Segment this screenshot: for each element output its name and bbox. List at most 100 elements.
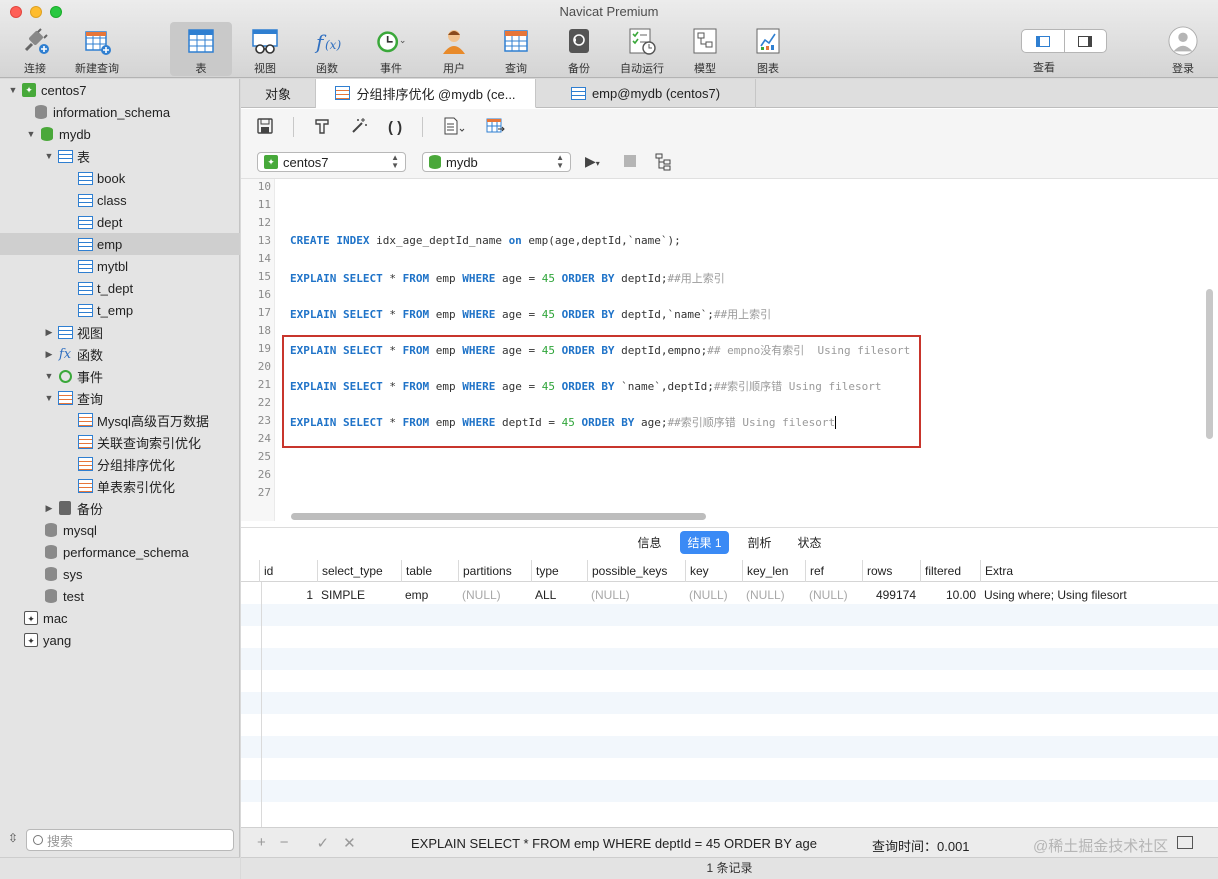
cell-id[interactable]: 1 xyxy=(259,584,317,606)
functions-button[interactable]: f (x) 函数 xyxy=(296,22,358,76)
tree-table-class[interactable]: class xyxy=(0,189,240,211)
column-header[interactable]: Extra xyxy=(980,560,1200,582)
tab-query-editor[interactable]: 分组排序优化 @mydb (ce... xyxy=(316,79,536,108)
column-header[interactable]: key_len xyxy=(742,560,805,582)
add-record-icon[interactable]: + xyxy=(257,834,266,852)
tree-group-backup[interactable]: ▶ 备份 xyxy=(0,497,240,519)
cell-table[interactable]: emp xyxy=(401,584,458,606)
beautify-sql-icon[interactable] xyxy=(350,117,368,138)
search-input[interactable]: 搜索 xyxy=(26,829,234,851)
discard-changes-icon[interactable]: ✕ xyxy=(343,834,356,852)
backup-button[interactable]: 备份 xyxy=(548,22,610,76)
tree-query-item[interactable]: Mysql高级百万数据 xyxy=(0,409,240,431)
column-header[interactable]: key xyxy=(685,560,742,582)
cell-rows[interactable]: 499174 xyxy=(862,584,920,606)
vertical-scrollbar[interactable] xyxy=(1206,289,1213,439)
tree-table-t-dept[interactable]: t_dept xyxy=(0,277,240,299)
cell-key-len[interactable]: (NULL) xyxy=(742,584,805,606)
column-header[interactable]: partitions xyxy=(458,560,531,582)
cell-select-type[interactable]: SIMPLE xyxy=(317,584,401,606)
tree-group-queries[interactable]: ▼ 查询 xyxy=(0,387,240,409)
tree-query-item[interactable]: 单表索引优化 xyxy=(0,475,240,497)
model-button[interactable]: 模型 xyxy=(674,22,736,76)
cell-partitions[interactable]: (NULL) xyxy=(458,584,531,606)
column-header[interactable]: ref xyxy=(805,560,862,582)
column-header[interactable]: type xyxy=(531,560,587,582)
tree-schema-performance-schema[interactable]: performance_schema xyxy=(0,541,240,563)
collapsed-arrow-icon[interactable]: ▶ xyxy=(44,327,54,338)
tables-button[interactable]: 表 xyxy=(170,22,232,76)
tree-query-item[interactable]: 关联查询索引优化 xyxy=(0,431,240,453)
tree-table-emp[interactable]: emp xyxy=(0,233,240,255)
run-icon[interactable]: ▶▾ xyxy=(585,153,600,170)
tree-group-views[interactable]: ▶ 视图 xyxy=(0,321,240,343)
users-button[interactable]: 用户 xyxy=(423,22,485,76)
login-button[interactable]: 登录 xyxy=(1152,22,1214,76)
tree-connection-yang[interactable]: ✦ yang xyxy=(0,629,240,651)
connection-select[interactable]: ✦ centos7 ▲ ▼ xyxy=(257,152,406,172)
tab-table-emp[interactable]: emp@mydb (centos7) xyxy=(536,79,756,108)
tab-profile[interactable]: 剖析 xyxy=(741,531,779,554)
database-select[interactable]: mydb ▲ ▼ xyxy=(422,152,571,172)
explain-icon[interactable] xyxy=(655,153,675,174)
code-snippet-icon[interactable] xyxy=(443,117,465,138)
tree-schema-sys[interactable]: sys xyxy=(0,563,240,585)
info-panel-toggle-button[interactable] xyxy=(1065,30,1107,52)
connect-button[interactable]: 连接 xyxy=(4,22,66,76)
tree-schema-mydb[interactable]: ▼ mydb xyxy=(0,123,240,145)
column-header[interactable]: id xyxy=(259,560,317,582)
expanded-arrow-icon[interactable]: ▼ xyxy=(44,371,54,381)
cell-extra[interactable]: Using where; Using filesort xyxy=(980,584,1200,606)
column-header[interactable]: filtered xyxy=(920,560,980,582)
charts-button[interactable]: 图表 xyxy=(737,22,799,76)
tab-info[interactable]: 信息 xyxy=(630,531,668,554)
collapsed-arrow-icon[interactable]: ▶ xyxy=(44,503,54,514)
collapsed-arrow-icon[interactable]: ▶ xyxy=(44,349,54,360)
tree-group-tables[interactable]: ▼ 表 xyxy=(0,145,240,167)
views-button[interactable]: 视图 xyxy=(234,22,296,76)
export-results-icon[interactable] xyxy=(485,117,505,138)
tab-status[interactable]: 状态 xyxy=(791,531,829,554)
apply-changes-icon[interactable]: ✓ xyxy=(317,834,330,852)
new-query-button[interactable]: 新建查询 xyxy=(66,22,128,76)
events-button[interactable]: 事件 xyxy=(360,22,422,76)
tree-schema-test[interactable]: test xyxy=(0,585,240,607)
query-builder-icon[interactable] xyxy=(314,118,330,137)
cell-type[interactable]: ALL xyxy=(531,584,587,606)
tree-connection-mac[interactable]: ✦ mac xyxy=(0,607,240,629)
cell-possible-keys[interactable]: (NULL) xyxy=(587,584,685,606)
sql-editor[interactable]: 10 11 12 13 14 15 16 17 18 19 20 21 22 23 24 25 26 27 CRE… xyxy=(241,179,1218,524)
tab-result-1[interactable]: 结果 1 xyxy=(680,531,729,554)
column-header[interactable]: rows xyxy=(862,560,920,582)
tree-group-functions[interactable]: ▶ fx 函数 xyxy=(0,343,240,365)
form-view-icon[interactable] xyxy=(1177,836,1193,849)
cell-key[interactable]: (NULL) xyxy=(685,584,742,606)
automation-button[interactable]: 自动运行 xyxy=(611,22,673,76)
cell-ref[interactable]: (NULL) xyxy=(805,584,862,606)
save-icon[interactable] xyxy=(257,117,273,137)
expanded-arrow-icon[interactable]: ▼ xyxy=(44,151,54,161)
stop-icon[interactable] xyxy=(624,155,636,167)
expanded-arrow-icon[interactable]: ▼ xyxy=(44,393,54,403)
tab-objects[interactable]: 对象 xyxy=(241,79,316,108)
queries-button[interactable]: 查询 xyxy=(485,22,547,76)
horizontal-scrollbar[interactable] xyxy=(291,513,706,520)
column-header[interactable]: table xyxy=(401,560,458,582)
tree-table-dept[interactable]: dept xyxy=(0,211,240,233)
expanded-arrow-icon[interactable]: ▼ xyxy=(26,129,36,139)
tree-group-events[interactable]: ▼ 事件 xyxy=(0,365,240,387)
column-header[interactable]: select_type xyxy=(317,560,401,582)
cell-filtered[interactable]: 10.00 xyxy=(920,584,980,606)
tree-schema-mysql[interactable]: mysql xyxy=(0,519,240,541)
sidebar-toggle-button[interactable] xyxy=(1022,30,1065,52)
tree-table-mytbl[interactable]: mytbl xyxy=(0,255,240,277)
tree-table-t-emp[interactable]: t_emp xyxy=(0,299,240,321)
column-header[interactable]: possible_keys xyxy=(587,560,685,582)
expanded-arrow-icon[interactable]: ▼ xyxy=(8,85,18,95)
parentheses-icon[interactable]: ( ) xyxy=(388,119,402,136)
tree-schema-information-schema[interactable]: information_schema xyxy=(0,101,240,123)
tree-table-book[interactable]: book xyxy=(0,167,240,189)
tree-query-item[interactable]: 分组排序优化 xyxy=(0,453,240,475)
tree-connection-centos7[interactable]: ▼ ✦ centos7 xyxy=(0,79,240,101)
delete-record-icon[interactable]: − xyxy=(280,834,289,852)
